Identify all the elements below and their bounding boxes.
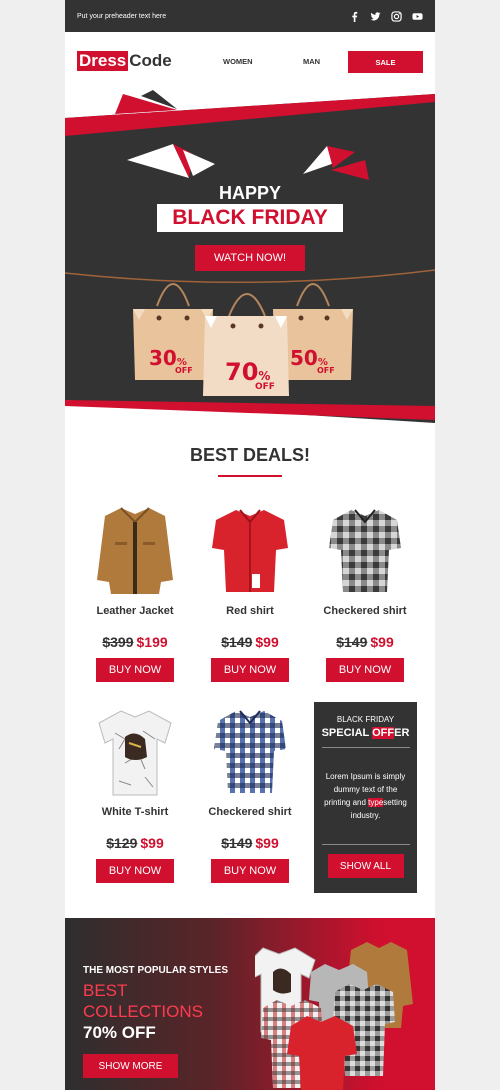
best-deals-underline [218, 475, 282, 477]
preheader-text: Put your preheader text here [77, 12, 167, 20]
product-prices: $149 $99 [195, 835, 305, 851]
product-image-leather-jacket[interactable] [80, 500, 190, 600]
special-description: Lorem Ipsum is simply dummy text of the … [324, 772, 407, 820]
product-prices: $399 $199 [80, 634, 190, 650]
product-image-white-tshirt[interactable] [80, 701, 190, 801]
collections-banner: THE MOST POPULAR STYLES BEST COLLECTIONS… [65, 918, 435, 1090]
old-price: $149 [221, 835, 253, 851]
product-prices: $149 $99 [195, 634, 305, 650]
buy-now-button[interactable]: BUY NOW [96, 859, 174, 883]
show-more-button[interactable]: SHOW MORE [83, 1054, 178, 1078]
watch-now-button[interactable]: WATCH NOW! [195, 245, 305, 271]
old-price: $129 [106, 835, 138, 851]
new-price: $199 [136, 634, 168, 650]
old-price: $399 [102, 634, 134, 650]
buy-now-button[interactable]: BUY NOW [326, 658, 404, 682]
product-image-checkered-shirt[interactable] [310, 500, 420, 600]
bag-left-off: OFF [175, 366, 193, 375]
banner-line3: 70% OFF [83, 1023, 156, 1042]
product-prices: $149 $99 [310, 634, 420, 650]
product-name: White T-shirt [101, 806, 169, 818]
nav-sale-button[interactable]: SALE [348, 51, 423, 73]
banner-line2: BEST COLLECTIONS [83, 981, 203, 1021]
new-price: $99 [255, 634, 279, 650]
banner-shirts-image [255, 942, 413, 1090]
old-price: $149 [336, 634, 368, 650]
special-line1: BLACK FRIDAY [336, 715, 395, 724]
buy-now-button[interactable]: BUY NOW [211, 658, 289, 682]
twitter-icon[interactable] [370, 11, 381, 22]
nav-women[interactable]: WOMEN [223, 57, 263, 66]
buy-now-button[interactable]: BUY NOW [96, 658, 174, 682]
product-prices: $129 $99 [80, 835, 190, 851]
hero-banner: HAPPY BLACK FRIDAY WATCH NOW! 30% OFF 70… [65, 88, 435, 423]
new-price: $99 [370, 634, 394, 650]
product-name: Checkered shirt [208, 806, 292, 818]
instagram-icon[interactable] [391, 10, 402, 22]
best-deals-title: BEST DEALS! [189, 445, 310, 465]
logo-dress: Dress [77, 51, 129, 71]
product-card: White T-shirt $129 $99 BUY NOW [80, 701, 190, 883]
product-image-red-shirt[interactable] [195, 500, 305, 600]
product-name: Red shirt [226, 605, 274, 617]
hero-happy: HAPPY [218, 183, 281, 203]
youtube-icon[interactable] [412, 11, 423, 22]
product-name: Checkered shirt [323, 605, 407, 617]
new-price: $99 [255, 835, 279, 851]
product-name: Leather Jacket [96, 605, 174, 617]
new-price: $99 [140, 835, 164, 851]
social-links [349, 10, 423, 22]
product-image-checkered-shirt-blue[interactable] [195, 701, 305, 801]
preheader-bar: Put your preheader text here [65, 0, 435, 32]
product-card: Leather Jacket $399 $199 BUY NOW [80, 500, 190, 682]
old-price: $149 [221, 634, 253, 650]
special-divider [321, 747, 410, 748]
facebook-icon[interactable] [349, 11, 360, 22]
logo-code: Code [129, 51, 172, 70]
show-all-button[interactable]: SHOW ALL [327, 854, 404, 878]
product-card: Checkered shirt $149 $99 BUY NOW [195, 701, 305, 883]
special-line2: SPECIAL OFFER [321, 727, 410, 739]
product-card: Red shirt $149 $99 BUY NOW [195, 500, 305, 682]
logo[interactable]: Dress Code [77, 51, 172, 71]
email-container: Put your preheader text here Dress Code … [65, 0, 435, 1090]
special-divider [321, 844, 410, 845]
banner-line1: THE MOST POPULAR STYLES [83, 965, 229, 976]
product-card: Checkered shirt $149 $99 BUY NOW [310, 500, 420, 682]
bag-middle-off: OFF [255, 382, 275, 392]
hero-black-friday: BLACK FRIDAY [157, 204, 343, 232]
nav-man[interactable]: MAN [303, 57, 333, 66]
bag-right-off: OFF [317, 366, 335, 375]
special-offer-box: BLACK FRIDAY SPECIAL OFFER Lorem Ipsum i… [314, 702, 417, 893]
buy-now-button[interactable]: BUY NOW [211, 859, 289, 883]
